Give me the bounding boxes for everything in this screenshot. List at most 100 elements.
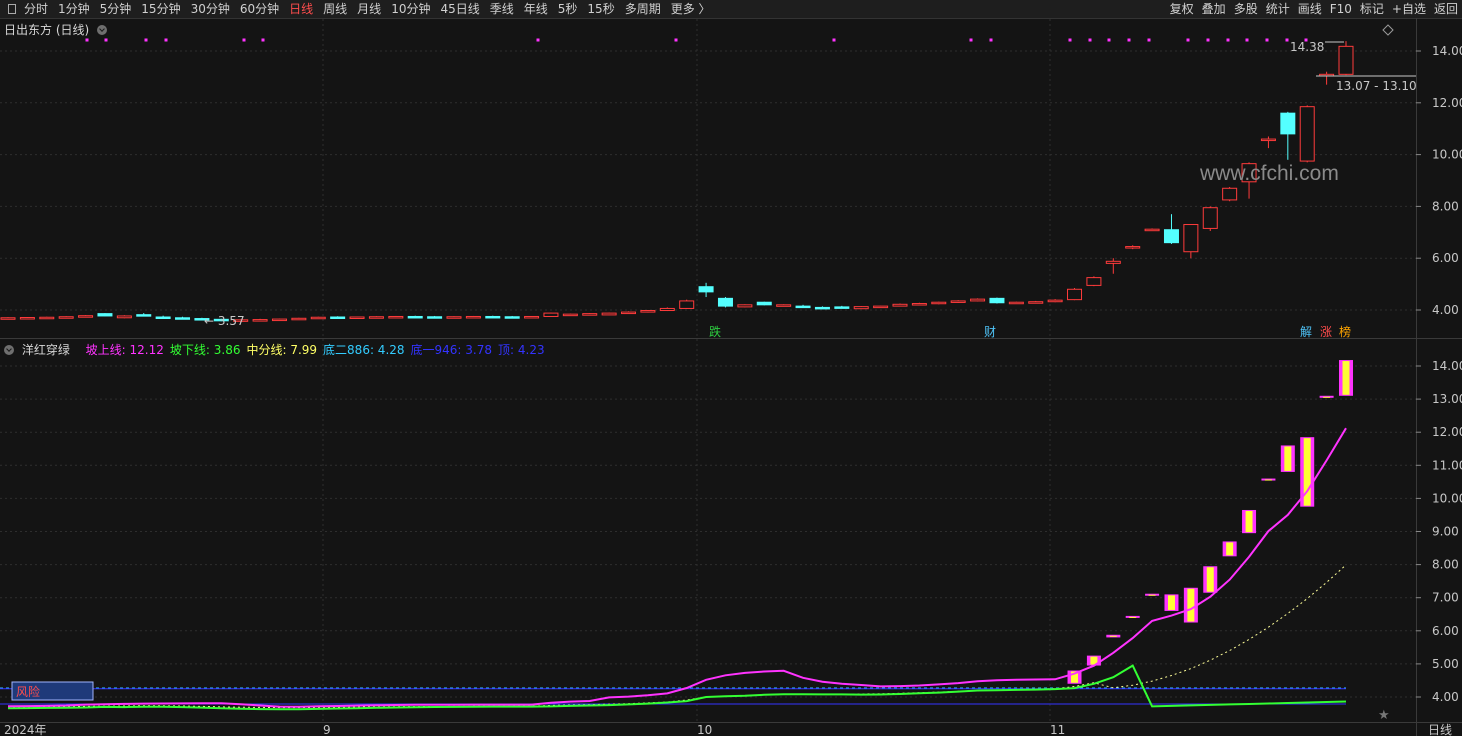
upper-line <box>7 427 1347 708</box>
candle-body <box>1163 229 1179 244</box>
candle-body <box>795 305 811 309</box>
indicator-bar-inner <box>1323 396 1331 398</box>
main-y-tick-label: 8.00 <box>1432 199 1459 213</box>
candle-body <box>427 316 443 319</box>
candle-body <box>776 304 792 307</box>
indicator-y-tick-label: 7.00 <box>1432 591 1459 605</box>
signal-dot <box>1245 38 1249 42</box>
candle-body <box>1067 288 1083 301</box>
indicator-y-tick-label: 10.00 <box>1432 491 1462 505</box>
time-axis-label: 10 <box>697 723 712 736</box>
indicator-bar-inner <box>1245 510 1253 533</box>
indicator-bar-inner <box>1284 446 1292 471</box>
candle-body <box>892 303 908 307</box>
range-label: 13.07 - 13.10 <box>1336 79 1417 93</box>
candle-body <box>970 298 986 302</box>
signal-dot <box>85 38 89 42</box>
event-tag: 涨 <box>1320 324 1332 339</box>
signal-dots: 跌 财 解涨榜 <box>85 38 1351 339</box>
time-axis-label: 9 <box>323 723 331 736</box>
indicator-y-tick-label: 6.00 <box>1432 624 1459 638</box>
candle-body <box>155 316 171 319</box>
indicator-series <box>0 360 1353 711</box>
signal-dot <box>674 38 678 42</box>
main-gridlines <box>0 19 1416 722</box>
candle-body <box>97 313 113 317</box>
candle-body <box>39 316 55 320</box>
candle-body <box>388 315 404 319</box>
candle-body <box>1183 224 1199 253</box>
candle-body <box>1280 112 1296 135</box>
signal-dot <box>1088 38 1092 42</box>
main-y-tick-label: 12.00 <box>1432 96 1462 110</box>
candle-body <box>582 313 598 316</box>
candle-body <box>640 310 656 313</box>
candle-body <box>1125 246 1141 249</box>
candle-body <box>931 301 947 305</box>
candle-body <box>330 316 346 319</box>
signal-dot <box>989 38 993 42</box>
candle-body <box>19 317 35 320</box>
indicator-bar-inner <box>1187 588 1195 622</box>
candle-body <box>853 306 869 310</box>
candle-body <box>0 317 16 320</box>
candle-body <box>873 305 889 309</box>
candle-body <box>1086 277 1102 286</box>
signal-dot <box>536 38 540 42</box>
candle-body <box>1260 138 1276 142</box>
indicator-y-tick-label: 4.00 <box>1432 690 1459 704</box>
candle-body <box>485 315 501 319</box>
event-tag: 财 <box>984 325 996 339</box>
candle-body <box>446 316 462 319</box>
period-axis-label: 日线 <box>1428 723 1452 736</box>
low-price-label: ← 3.57 <box>204 314 245 328</box>
high-price-label: 14.38 <box>1290 40 1324 54</box>
candle-body <box>368 316 384 319</box>
candle-body <box>504 316 520 319</box>
indicator-y-tick-label: 5.00 <box>1432 657 1459 671</box>
watermark: www.cfchi.com <box>1199 162 1339 185</box>
candle-body <box>116 315 132 319</box>
main-y-tick-label: 10.00 <box>1432 148 1462 162</box>
axis-labels: 14.00 12.00 10.00 8.00 6.00 4.00 14.00 13.00 12.… <box>4 44 1462 736</box>
indicator-y-tick-label: 12.00 <box>1432 425 1462 439</box>
candle-body <box>291 317 307 321</box>
candle-body <box>601 312 617 316</box>
signal-dot <box>164 38 168 42</box>
signal-dot <box>1186 38 1190 42</box>
candle-body <box>717 297 733 307</box>
signal-dot <box>144 38 148 42</box>
mid-line <box>8 564 1347 709</box>
candle-body <box>562 313 578 317</box>
candle-body <box>465 315 481 319</box>
candle-body <box>737 304 753 308</box>
time-axis-label: 11 <box>1050 723 1065 736</box>
candle-body <box>756 301 772 306</box>
candle-body <box>1338 45 1354 75</box>
star-icon[interactable]: ★ <box>1378 708 1390 723</box>
main-y-tick-label: 14.00 <box>1432 44 1462 58</box>
main-y-tick-label: 4.00 <box>1432 303 1459 317</box>
signal-dot <box>242 38 246 42</box>
time-axis-label: 2024年 <box>4 723 47 736</box>
candle-body <box>407 315 423 319</box>
risk-label: 风险 <box>16 684 40 699</box>
candle-body <box>1299 106 1315 162</box>
chart-canvas[interactable]: 跌 财 解涨榜 14.00 12.00 10.00 8.00 6.00 4.00 14.00 13… <box>0 0 1462 736</box>
candle-body <box>271 318 287 322</box>
candle-body <box>349 316 365 319</box>
candle-body <box>814 306 830 310</box>
indicator-y-tick-label: 9.00 <box>1432 525 1459 539</box>
indicator-y-tick-label: 14.00 <box>1432 359 1462 373</box>
signal-dot <box>1068 38 1072 42</box>
signal-dot <box>1226 38 1230 42</box>
event-tag: 跌 <box>709 324 721 339</box>
diamond-icon[interactable] <box>1382 24 1394 36</box>
candle-body <box>1047 299 1063 303</box>
candle-body <box>1008 301 1024 305</box>
candle-body <box>698 286 714 293</box>
event-tag: 解 <box>1300 325 1312 339</box>
candle-body <box>621 311 637 315</box>
indicator-y-tick-label: 8.00 <box>1432 558 1459 572</box>
candle-body <box>659 307 675 312</box>
